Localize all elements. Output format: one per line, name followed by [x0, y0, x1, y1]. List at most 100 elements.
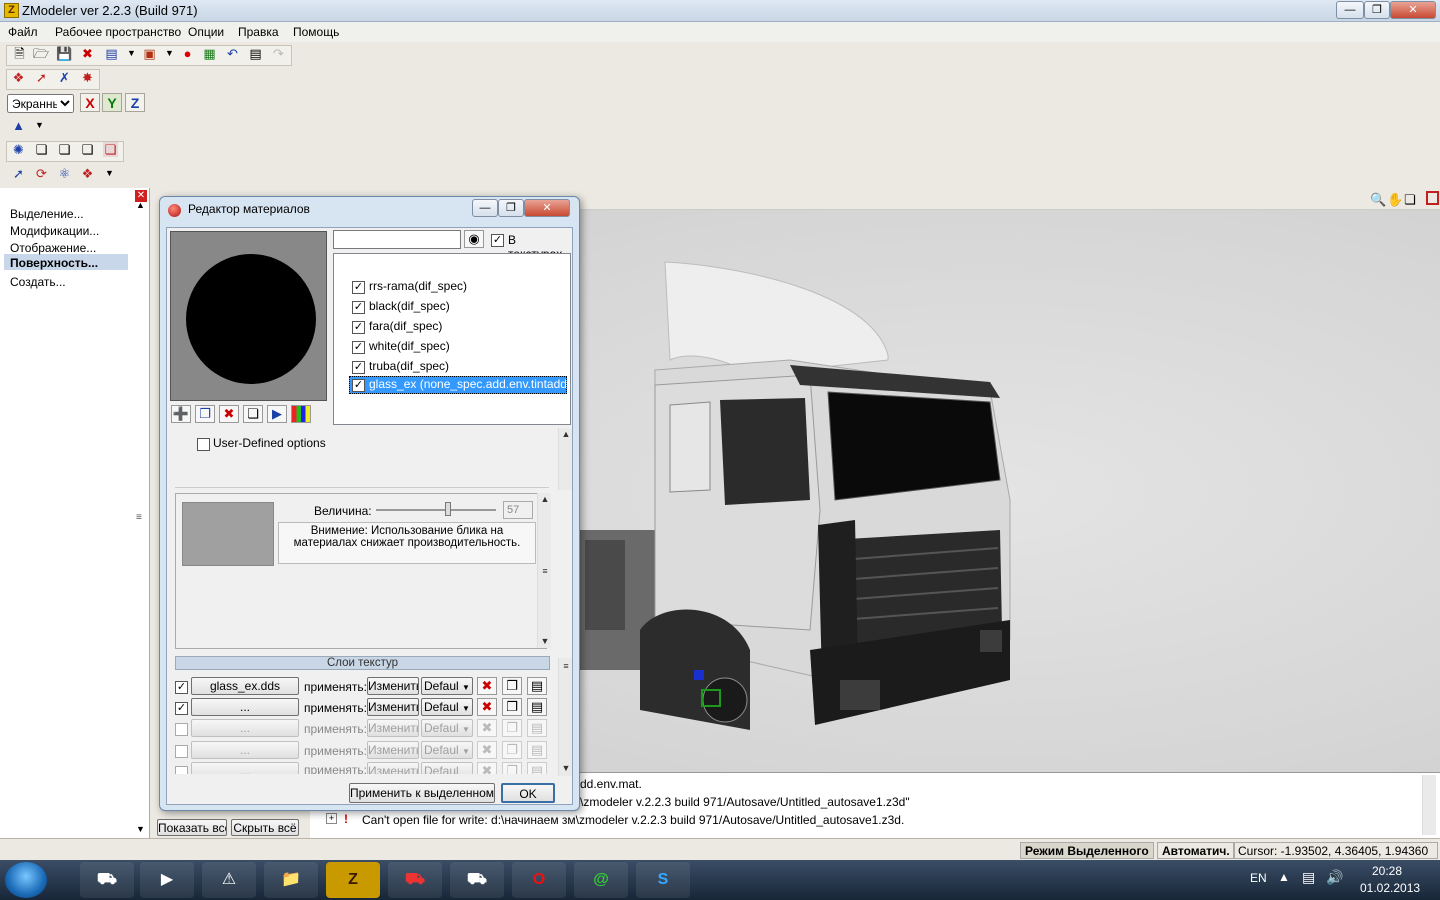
layer-paste-icon[interactable]: ▤	[527, 719, 547, 737]
tray-volume-icon[interactable]: 🔊	[1326, 869, 1343, 886]
scroll-down-icon[interactable]: ▼	[538, 635, 552, 647]
material-checkbox[interactable]: ✓	[352, 281, 365, 294]
move-icon[interactable]: ➚	[11, 166, 26, 181]
material-checkbox[interactable]: ✓	[352, 341, 365, 354]
maximize-viewport-icon[interactable]	[1426, 191, 1439, 205]
ok-button[interactable]: OK	[501, 783, 555, 803]
delete-material-icon[interactable]: ✖	[219, 405, 239, 423]
magnitude-slider-track[interactable]	[376, 509, 496, 511]
rotate-icon[interactable]: ⟳	[34, 166, 49, 181]
user-defined-checkbox[interactable]	[197, 438, 210, 451]
taskbar-game-icon[interactable]: ⚠	[202, 862, 256, 898]
material-checkbox[interactable]: ✓	[352, 321, 365, 334]
options-scrollbar[interactable]: ▲	[558, 428, 572, 490]
pan-hand-icon[interactable]: ✋	[1387, 192, 1403, 208]
left-item-modifications[interactable]: Модификации...	[10, 224, 99, 238]
export-icon[interactable]: ▣	[142, 46, 157, 61]
dialog-maximize-button[interactable]: ❐	[498, 199, 524, 217]
layer-checkbox[interactable]: ✓	[175, 702, 188, 715]
pivot-icon[interactable]: ✸	[80, 70, 95, 85]
redo-icon[interactable]: ↷	[271, 46, 286, 61]
apply-to-selected-button[interactable]: Применить к выделенному	[349, 783, 495, 803]
save-icon[interactable]: 💾	[56, 46, 72, 61]
notes-icon[interactable]: ▤	[248, 46, 263, 61]
status-auto[interactable]: Автоматич.	[1157, 842, 1235, 859]
layer-delete-icon[interactable]: ✖	[477, 762, 497, 774]
scroll-down-icon[interactable]: ▼	[136, 824, 148, 836]
axis-select-icon[interactable]: ➚	[34, 70, 49, 85]
layer-paste-icon[interactable]: ▤	[527, 741, 547, 759]
magnitude-slider-thumb[interactable]	[445, 502, 451, 516]
left-item-display[interactable]: Отображение...	[10, 241, 96, 255]
layer-paste-icon[interactable]: ▤	[527, 677, 547, 695]
taskbar-zmodeler-icon[interactable]: Z	[326, 862, 380, 898]
magnet-icon[interactable]: ❖	[11, 70, 26, 85]
scroll-up-icon[interactable]: ▲	[136, 200, 148, 212]
close-button[interactable]: ✕	[1390, 1, 1436, 19]
left-item-create[interactable]: Создать...	[10, 275, 66, 289]
material-item[interactable]: white(dif_spec)	[369, 339, 450, 353]
fit-view-icon[interactable]: ❏	[1404, 192, 1416, 208]
layer-copy-icon[interactable]: ❐	[502, 741, 522, 759]
material-item[interactable]: black(dif_spec)	[369, 299, 450, 313]
layer-checkbox[interactable]	[175, 766, 188, 774]
walk-icon[interactable]: ⚛	[57, 166, 72, 181]
binoculars-icon[interactable]: ◉	[464, 230, 484, 248]
layer-change-button[interactable]: Изменить	[367, 677, 419, 695]
layer-blend-select[interactable]: Defaul ▼	[421, 741, 473, 759]
left-item-surface[interactable]: Поверхность...	[10, 256, 98, 270]
layer-copy-icon[interactable]: ❐	[502, 677, 522, 695]
scroll-up-icon[interactable]: ▲	[559, 428, 573, 440]
open-folder-icon[interactable]: 🗁	[33, 46, 49, 61]
scale-icon[interactable]: ❖	[80, 166, 95, 181]
layer-texture-button[interactable]: glass_ex.dds	[191, 677, 299, 695]
taskbar-opera-icon[interactable]: O	[512, 862, 566, 898]
axis-x-button[interactable]: X	[80, 93, 100, 112]
layer-change-button[interactable]: Изменить	[367, 762, 419, 774]
cone-icon[interactable]: ▲	[11, 118, 26, 133]
material-checkbox[interactable]: ✓	[352, 301, 365, 314]
layer-texture-button[interactable]: ...	[191, 762, 299, 774]
scroll-grip-icon[interactable]: ≡	[538, 565, 552, 577]
taskbar-mail-icon[interactable]: @	[574, 862, 628, 898]
material-item[interactable]: rrs-rama(dif_spec)	[369, 279, 467, 293]
layer-blend-select[interactable]: Defaul ▼	[421, 719, 473, 737]
console-scrollbar[interactable]	[1422, 775, 1436, 835]
grid-icon[interactable]: ▦	[202, 46, 217, 61]
color-palette-icon[interactable]	[291, 405, 311, 423]
layer-delete-icon[interactable]: ✖	[477, 741, 497, 759]
hide-all-button[interactable]: Скрыть всё	[231, 819, 299, 836]
copy-material-icon[interactable]: ❐	[195, 405, 215, 423]
axis-y-button[interactable]: Y	[102, 93, 122, 112]
view-mode-select[interactable]: Экраннь	[7, 94, 74, 113]
taskbar-skype-icon[interactable]: S	[636, 862, 690, 898]
dialog-minimize-button[interactable]: —	[472, 199, 498, 217]
layer-delete-icon[interactable]: ✖	[477, 719, 497, 737]
dialog-scrollbar[interactable]: ≡ ▼	[558, 658, 572, 776]
menu-file[interactable]: Файл	[8, 25, 38, 39]
undo-icon[interactable]: ↶	[225, 46, 240, 61]
layer-checkbox[interactable]	[175, 745, 188, 758]
scroll-down-icon[interactable]: ▼	[559, 762, 573, 774]
face-mode-icon[interactable]: ❏	[57, 142, 72, 157]
record-icon[interactable]: ●	[180, 46, 195, 61]
axis-z-button[interactable]: Z	[125, 93, 145, 112]
layer-copy-icon[interactable]: ❐	[502, 762, 522, 774]
object-mode-icon[interactable]: ❏	[80, 142, 95, 157]
in-textures-checkbox[interactable]: ✓	[491, 234, 504, 247]
taskbar-truck2-icon[interactable]: ⛟	[388, 862, 442, 898]
taskbar-truck-app-icon[interactable]: ⛟	[80, 862, 134, 898]
layer-blend-select[interactable]: Defaul	[421, 762, 473, 774]
dropdown-arrow-icon[interactable]: ▼	[162, 46, 177, 61]
scroll-up-icon[interactable]: ▲	[538, 493, 552, 505]
material-checkbox[interactable]: ✓	[352, 379, 365, 392]
dropdown-arrow-icon[interactable]: ▼	[124, 46, 139, 61]
material-checkbox[interactable]: ✓	[352, 361, 365, 374]
minimize-button[interactable]: —	[1336, 1, 1364, 19]
cross-select-icon[interactable]: ✗	[57, 70, 72, 85]
import-icon[interactable]: ▤	[104, 46, 119, 61]
tray-network-icon[interactable]: ▤	[1302, 869, 1315, 886]
material-item[interactable]: truba(dif_spec)	[369, 359, 449, 373]
new-file-icon[interactable]: 🗎	[12, 46, 27, 61]
specular-color-swatch[interactable]	[182, 502, 274, 566]
